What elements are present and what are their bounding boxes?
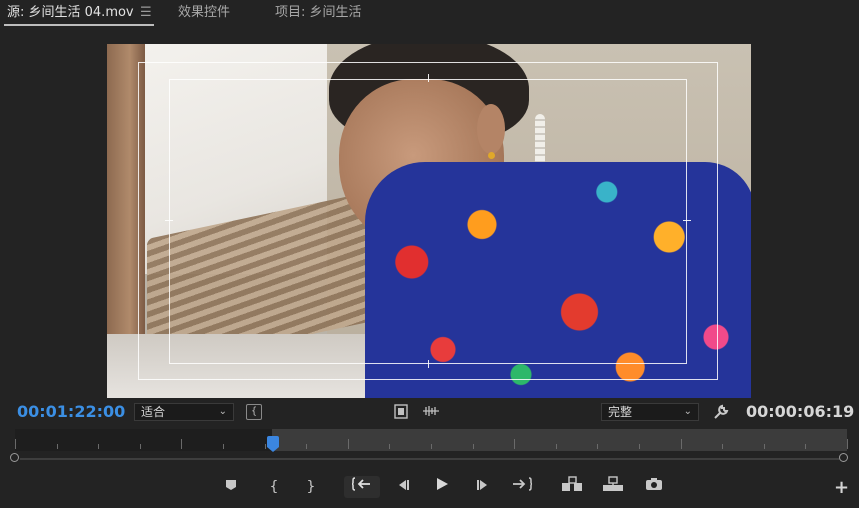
wrench-icon[interactable] bbox=[713, 404, 729, 425]
mark-in-button[interactable]: { bbox=[262, 476, 286, 498]
overwrite-button[interactable] bbox=[601, 476, 625, 498]
zoom-scroll-handle-right[interactable] bbox=[839, 453, 848, 462]
zoom-level-value: 适合 bbox=[141, 405, 166, 419]
ruler-tick bbox=[805, 444, 806, 449]
ruler-tick bbox=[556, 444, 557, 449]
ruler-tick bbox=[265, 444, 266, 449]
title-safe-guide bbox=[169, 79, 687, 364]
hamburger-menu-icon[interactable]: ☰ bbox=[140, 5, 152, 21]
ruler-tick bbox=[57, 444, 58, 449]
playback-resolution-value: 完整 bbox=[608, 405, 633, 419]
ruler-tick bbox=[764, 444, 765, 449]
ruler-tick bbox=[140, 444, 141, 449]
ruler-tick bbox=[306, 444, 307, 449]
ruler-tick bbox=[597, 444, 598, 449]
export-frame-button[interactable] bbox=[642, 476, 666, 498]
ruler-tick bbox=[514, 439, 515, 449]
chevron-down-icon: ⌄ bbox=[218, 406, 227, 417]
go-to-in-button[interactable] bbox=[344, 476, 380, 498]
in-out-range bbox=[272, 429, 847, 451]
tab-source[interactable]: 源: 乡间生活 04.mov bbox=[7, 4, 134, 22]
panel-tab-bar: 源: 乡间生活 04.mov ☰ 效果控件 项目: 乡间生活 bbox=[0, 0, 859, 30]
film-strip-icon[interactable] bbox=[394, 404, 408, 424]
mark-out-button[interactable]: } bbox=[299, 476, 323, 498]
tab-project[interactable]: 项目: 乡间生活 bbox=[275, 4, 362, 22]
zoom-level-select[interactable]: 适合 ⌄ bbox=[134, 403, 234, 421]
zoom-scroll-handle-left[interactable] bbox=[10, 453, 19, 462]
safe-guide-tick-bottom bbox=[428, 360, 429, 368]
safe-guide-tick-top bbox=[428, 74, 429, 82]
button-editor-add-button[interactable]: + bbox=[834, 477, 849, 499]
insert-button[interactable] bbox=[560, 476, 584, 498]
active-tab-indicator bbox=[4, 24, 154, 26]
chevron-down-icon: ⌄ bbox=[683, 406, 692, 417]
ruler-tick bbox=[431, 444, 432, 449]
ruler-tick bbox=[473, 444, 474, 449]
zoom-scrollbar[interactable] bbox=[20, 458, 840, 460]
playback-resolution-select[interactable]: 完整 ⌄ bbox=[601, 403, 699, 421]
source-monitor-viewer[interactable] bbox=[107, 44, 751, 398]
ruler-tick bbox=[223, 444, 224, 449]
ruler-tick bbox=[15, 439, 16, 449]
playhead-marker[interactable] bbox=[267, 436, 279, 452]
safe-guide-tick-right bbox=[683, 220, 691, 221]
add-marker-button[interactable] bbox=[219, 476, 243, 498]
drag-audio-icon[interactable] bbox=[422, 405, 440, 422]
ruler-tick bbox=[98, 444, 99, 449]
in-out-settings-icon[interactable]: { bbox=[246, 404, 262, 420]
ruler-tick bbox=[639, 444, 640, 449]
tab-effect-controls[interactable]: 效果控件 bbox=[178, 4, 230, 22]
current-timecode[interactable]: 00:01:22:00 bbox=[17, 401, 125, 423]
time-ruler[interactable] bbox=[15, 429, 848, 451]
ruler-tick bbox=[348, 439, 349, 449]
ruler-tick bbox=[181, 439, 182, 449]
ruler-tick bbox=[847, 439, 848, 449]
play-button[interactable] bbox=[430, 476, 454, 498]
ruler-tick bbox=[389, 444, 390, 449]
ruler-tick bbox=[681, 439, 682, 449]
ruler-tick bbox=[722, 444, 723, 449]
go-to-out-button[interactable] bbox=[510, 476, 534, 498]
step-back-button[interactable] bbox=[391, 476, 415, 498]
safe-guide-tick-left bbox=[165, 220, 173, 221]
step-forward-button[interactable] bbox=[471, 476, 495, 498]
clip-duration-timecode: 00:00:06:19 bbox=[746, 402, 855, 421]
